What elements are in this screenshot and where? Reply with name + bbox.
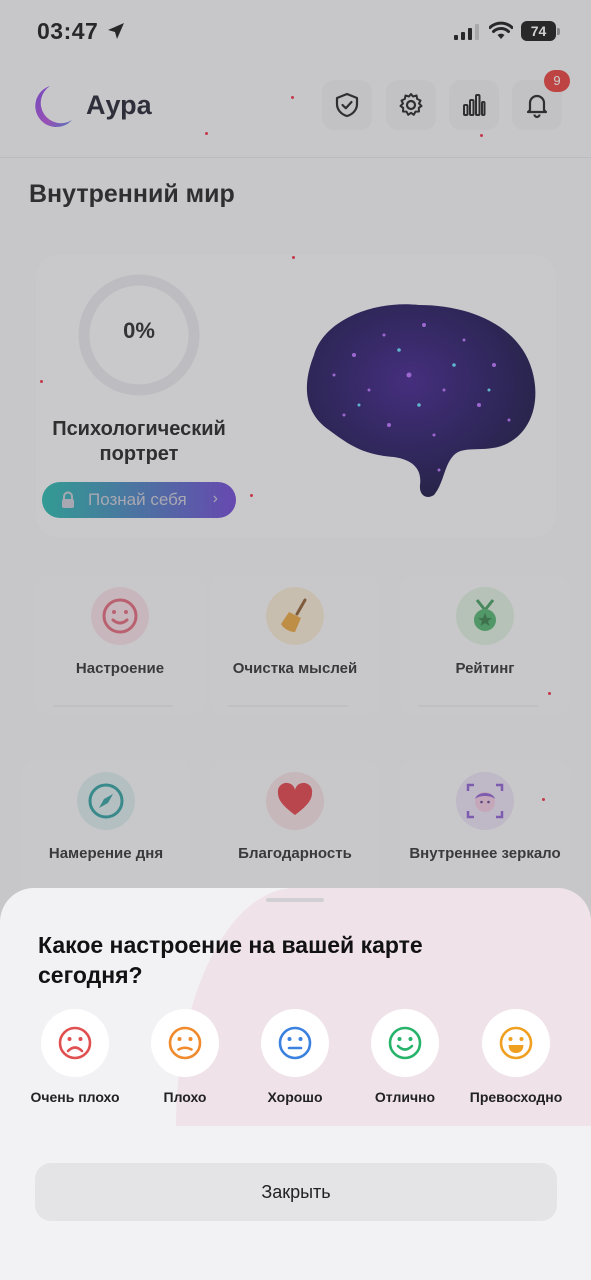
decor-dot (250, 494, 253, 497)
mood-option-label: Плохо (163, 1089, 207, 1105)
excellent-face-icon (371, 1009, 439, 1077)
mood-option-label: Отлично (374, 1089, 436, 1105)
decor-dot (40, 380, 43, 383)
decor-dot (205, 132, 208, 135)
mood-option-very-bad[interactable]: Очень плохо (20, 1009, 130, 1119)
very-bad-face-icon (41, 1009, 109, 1077)
sheet-grabber[interactable] (266, 898, 324, 902)
close-button[interactable]: Закрыть (35, 1163, 557, 1221)
mood-bottom-sheet: Какое настроение на вашей карте сегодня?… (0, 888, 591, 1280)
mood-option-label: Хорошо (267, 1089, 323, 1105)
app-screen: 03:47 74 Аура 9 Внутренний мир 0% Психол… (0, 0, 591, 1280)
mood-option-label: Очень плохо (30, 1089, 120, 1105)
mood-option-label: Превосходно (469, 1089, 563, 1105)
mood-option-superb[interactable]: Превосходно (461, 1009, 571, 1119)
decor-dot (542, 798, 545, 801)
decor-dot (548, 692, 551, 695)
decor-dot (480, 134, 483, 137)
mood-option-excellent[interactable]: Отлично (350, 1009, 460, 1119)
bad-face-icon (151, 1009, 219, 1077)
superb-face-icon (482, 1009, 550, 1077)
mood-option-good[interactable]: Хорошо (240, 1009, 350, 1119)
mood-option-bad[interactable]: Плохо (130, 1009, 240, 1119)
decor-dot (292, 256, 295, 259)
sheet-title: Какое настроение на вашей карте сегодня? (38, 932, 423, 988)
good-face-icon (261, 1009, 329, 1077)
decor-dot (291, 96, 294, 99)
